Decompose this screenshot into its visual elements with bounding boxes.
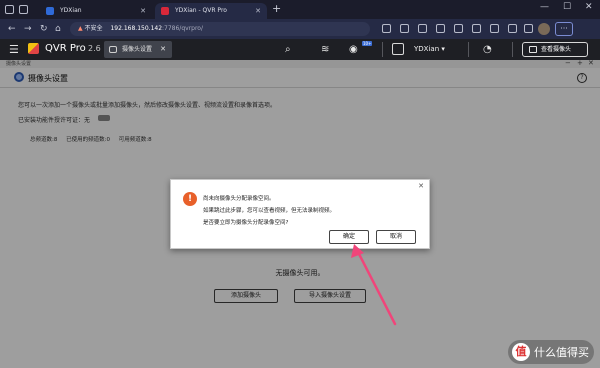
arrow-head <box>351 244 364 258</box>
watermark-text: 什么值得买 <box>534 346 589 359</box>
annotation-arrow <box>351 244 397 326</box>
arrow-shaft <box>356 250 397 326</box>
site-watermark: 值 什么值得买 <box>508 340 594 364</box>
watermark-logo: 值 <box>512 343 530 361</box>
